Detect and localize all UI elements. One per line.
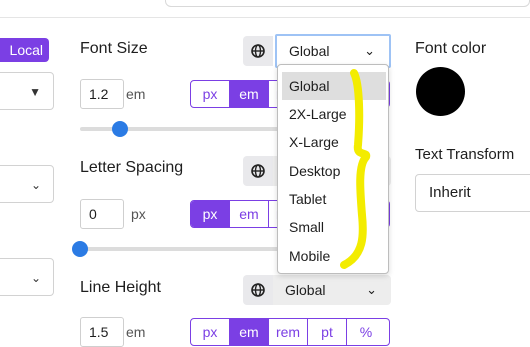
caret-down-icon: ▼ [29, 85, 41, 99]
unit-em[interactable]: em [230, 201, 269, 227]
font-size-slider-track[interactable] [80, 127, 280, 131]
unit-px[interactable]: px [191, 81, 230, 107]
font-size-unit-label: em [126, 86, 146, 102]
font-color-swatch[interactable] [416, 67, 465, 116]
text-transform-label: Text Transform [415, 146, 515, 163]
unit-px[interactable]: px [191, 319, 230, 345]
scope-value: Global [289, 43, 330, 59]
chevron-down-icon: ⌄ [364, 43, 375, 58]
unit-em[interactable]: em [230, 319, 269, 345]
globe-icon [251, 44, 265, 58]
line-height-label: Line Height [80, 279, 161, 296]
text-transform-select[interactable]: Inherit [415, 174, 530, 212]
font-size-label: Font Size [80, 40, 148, 57]
letter-spacing-unit-label: px [131, 206, 146, 222]
local-badge[interactable]: Local [0, 38, 49, 62]
unit-px[interactable]: px [191, 201, 230, 227]
scope-value: Global [285, 282, 326, 298]
letter-spacing-label: Letter Spacing [80, 159, 184, 176]
font-size-scope-select[interactable]: Global ⌄ [275, 34, 391, 68]
font-color-label: Font color [415, 40, 487, 57]
line-height-unit-toggle[interactable]: px em rem pt % [190, 318, 390, 346]
globe-icon [251, 164, 265, 178]
chevron-down-icon: ⌄ [30, 271, 41, 285]
unit-percent[interactable]: % [347, 319, 385, 345]
left-select-3[interactable]: ⌄ [0, 258, 54, 296]
letter-spacing-input[interactable]: 0 [80, 199, 124, 229]
letter-spacing-device-button[interactable] [243, 156, 273, 186]
font-size-slider-handle[interactable] [112, 121, 128, 137]
letter-spacing-slider-handle[interactable] [72, 241, 88, 257]
top-search-box[interactable] [165, 0, 530, 7]
line-height-device-button[interactable] [243, 275, 273, 305]
font-size-input[interactable]: 1.2 [80, 79, 124, 109]
left-select-2[interactable]: ⌄ [0, 165, 54, 203]
font-size-device-button[interactable] [243, 36, 273, 66]
line-height-input[interactable]: 1.5 [80, 317, 124, 347]
chevron-down-icon: ⌄ [366, 282, 377, 297]
left-select-1[interactable]: ▼ [0, 72, 54, 110]
globe-icon [251, 283, 265, 297]
line-height-unit-label: em [126, 324, 146, 340]
yellow-brace-annotation [340, 69, 371, 269]
letter-spacing-slider-track[interactable] [80, 247, 280, 251]
unit-rem[interactable]: rem [269, 319, 308, 345]
line-height-scope-select[interactable]: Global ⌄ [273, 275, 391, 305]
chevron-down-icon: ⌄ [30, 178, 41, 192]
unit-em[interactable]: em [230, 81, 269, 107]
unit-pt[interactable]: pt [308, 319, 347, 345]
